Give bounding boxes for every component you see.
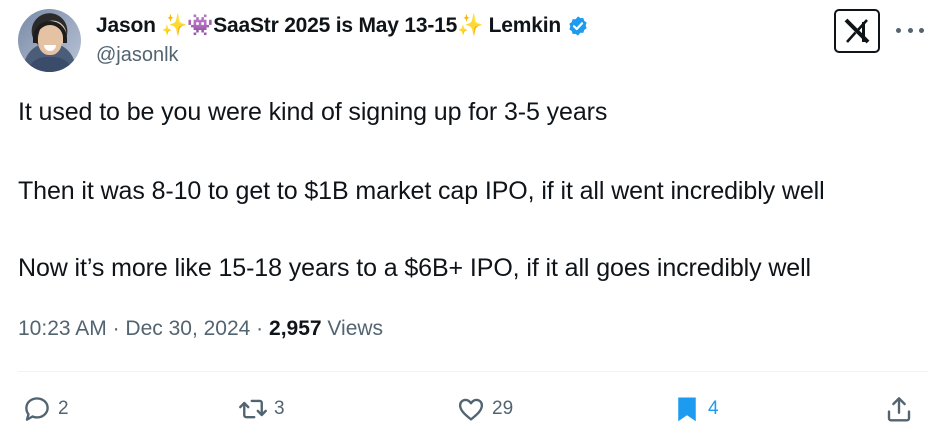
repost-count: 3 (274, 398, 285, 419)
tweet-card: Jason ✨👾SaaStr 2025 is May 13-15✨ Lemkin… (0, 0, 946, 444)
meta-separator: · (250, 317, 270, 340)
verified-badge-icon (569, 16, 587, 36)
reply-count: 2 (58, 398, 69, 419)
reply-button[interactable]: 2 (22, 392, 69, 426)
share-button[interactable] (884, 392, 914, 426)
tweet-date[interactable]: Dec 30, 2024 (125, 317, 250, 340)
bookmark-count: 4 (708, 398, 719, 419)
tweet-line: Now it’s more like 15-18 years to a $6B+… (18, 254, 811, 282)
bookmark-icon (678, 397, 696, 422)
meta-separator: · (106, 317, 126, 340)
share-icon (887, 397, 911, 422)
more-options-icon[interactable] (896, 20, 924, 40)
x-logo-icon[interactable] (834, 9, 880, 53)
like-count: 29 (492, 398, 514, 419)
tweet-line: Then it was 8-10 to get to $1B market ca… (18, 177, 825, 205)
divider (18, 371, 928, 372)
author-name-row[interactable]: Jason ✨👾SaaStr 2025 is May 13-15✨ Lemkin (96, 12, 589, 40)
reply-icon (25, 397, 49, 421)
repost-button[interactable]: 3 (238, 392, 285, 426)
views-count: 2,957 (269, 317, 322, 340)
repost-icon (239, 399, 267, 419)
tweet-line: It used to be you were kind of signing u… (18, 98, 608, 126)
like-button[interactable]: 29 (456, 392, 513, 426)
tweet-meta: 10:23 AM · Dec 30, 2024 · 2,957 Views (18, 314, 383, 344)
avatar[interactable] (18, 9, 81, 72)
views-label: Views (327, 317, 384, 340)
tweet-time[interactable]: 10:23 AM (18, 317, 107, 340)
bookmark-button[interactable]: 4 (672, 392, 719, 426)
heart-icon (458, 398, 484, 421)
author-handle[interactable]: @jasonlk (96, 44, 179, 67)
author-display-name[interactable]: Jason ✨👾SaaStr 2025 is May 13-15✨ Lemkin (96, 14, 561, 38)
